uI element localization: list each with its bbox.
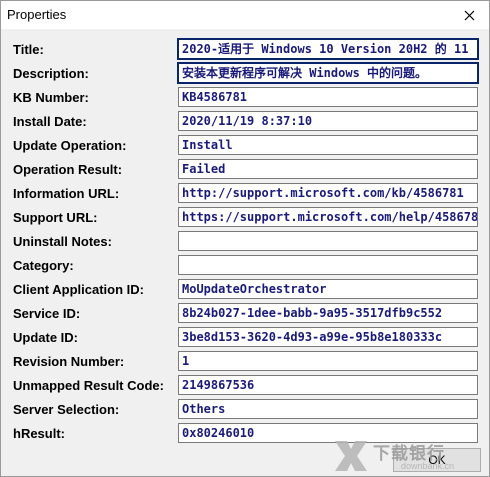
property-row-title: Title: 2020-适用于 Windows 10 Version 20H2 … — [1, 38, 489, 61]
ok-button[interactable]: OK — [393, 448, 481, 472]
title-label: Title: — [13, 42, 44, 57]
server-selection-field[interactable]: Others — [178, 399, 478, 419]
property-row-server-selection: Server Selection: Others — [1, 399, 489, 421]
property-row-description: Description: 安装本更新程序可解决 Windows 中的问题。 — [1, 62, 489, 85]
property-row-service-id: Service ID: 8b24b027-1dee-babb-9a95-3517… — [1, 303, 489, 325]
service-id-label: Service ID: — [13, 306, 81, 321]
property-row-client-application-id: Client Application ID: MoUpdateOrchestra… — [1, 279, 489, 301]
title-field[interactable]: 2020-适用于 Windows 10 Version 20H2 的 11 — [177, 38, 479, 60]
information-url-field[interactable]: http://support.microsoft.com/kb/4586781 — [178, 183, 478, 203]
property-row-hresult: hResult: 0x80246010 — [1, 423, 489, 445]
install-date-field[interactable]: 2020/11/19 8:37:10 — [178, 111, 478, 131]
service-id-field[interactable]: 8b24b027-1dee-babb-9a95-3517dfb9c552 — [178, 303, 478, 323]
operation-result-field[interactable]: Failed — [178, 159, 478, 179]
unmapped-result-code-field[interactable]: 2149867536 — [178, 375, 478, 395]
client-application-id-field[interactable]: MoUpdateOrchestrator — [178, 279, 478, 299]
uninstall-notes-label: Uninstall Notes: — [13, 234, 112, 249]
description-field[interactable]: 安装本更新程序可解决 Windows 中的问题。 — [177, 62, 479, 84]
information-url-label: Information URL: — [13, 186, 120, 201]
window-title: Properties — [7, 7, 67, 22]
update-id-field[interactable]: 3be8d153-3620-4d93-a99e-95b8e180333c — [178, 327, 478, 347]
client-application-id-label: Client Application ID: — [13, 282, 144, 297]
description-label: Description: — [13, 66, 89, 81]
operation-result-label: Operation Result: — [13, 162, 123, 177]
property-row-uninstall-notes: Uninstall Notes: — [1, 231, 489, 253]
uninstall-notes-field[interactable] — [178, 231, 478, 251]
property-row-revision-number: Revision Number: 1 — [1, 351, 489, 373]
category-field[interactable] — [178, 255, 478, 275]
property-row-support-url: Support URL: https://support.microsoft.c… — [1, 207, 489, 229]
property-row-category: Category: — [1, 255, 489, 277]
kb-number-field[interactable]: KB4586781 — [178, 87, 478, 107]
property-row-information-url: Information URL: http://support.microsof… — [1, 183, 489, 205]
hresult-field[interactable]: 0x80246010 — [178, 423, 478, 443]
unmapped-result-code-label: Unmapped Result Code: — [13, 378, 164, 393]
property-row-install-date: Install Date: 2020/11/19 8:37:10 — [1, 111, 489, 133]
update-operation-field[interactable]: Install — [178, 135, 478, 155]
close-button[interactable] — [453, 3, 485, 27]
property-row-update-id: Update ID: 3be8d153-3620-4d93-a99e-95b8e… — [1, 327, 489, 349]
category-label: Category: — [13, 258, 74, 273]
property-row-unmapped-result-code: Unmapped Result Code: 2149867536 — [1, 375, 489, 397]
property-row-update-operation: Update Operation: Install — [1, 135, 489, 157]
revision-number-field[interactable]: 1 — [178, 351, 478, 371]
server-selection-label: Server Selection: — [13, 402, 120, 417]
update-id-label: Update ID: — [13, 330, 78, 345]
properties-dialog: Properties Title: 2020-适用于 Windows 10 Ve… — [0, 0, 490, 477]
property-row-operation-result: Operation Result: Failed — [1, 159, 489, 181]
title-bar: Properties — [1, 1, 489, 29]
kb-number-label: KB Number: — [13, 90, 89, 105]
hresult-label: hResult: — [13, 426, 65, 441]
close-icon — [464, 10, 475, 21]
update-operation-label: Update Operation: — [13, 138, 127, 153]
install-date-label: Install Date: — [13, 114, 87, 129]
support-url-label: Support URL: — [13, 210, 98, 225]
property-row-kb-number: KB Number: KB4586781 — [1, 87, 489, 109]
support-url-field[interactable]: https://support.microsoft.com/help/45867… — [178, 207, 478, 227]
revision-number-label: Revision Number: — [13, 354, 125, 369]
